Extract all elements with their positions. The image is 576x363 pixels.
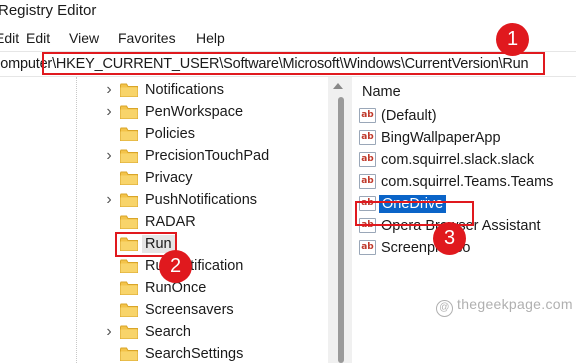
folder-icon	[120, 347, 138, 361]
column-header-name[interactable]: Name	[362, 84, 401, 100]
value-row[interactable]: ab OneDrive	[352, 193, 576, 215]
tree-item[interactable]: › PenWorkspace	[0, 101, 328, 123]
key-tree-pane: › Notifications › PenWorkspace Policies › Prec…	[0, 77, 328, 363]
menu-edit[interactable]: Edit	[26, 26, 50, 50]
string-value-icon: ab	[359, 130, 376, 145]
string-value-icon: ab	[359, 240, 376, 255]
string-value-icon: ab	[359, 218, 376, 233]
string-value-icon: ab	[359, 174, 376, 189]
folder-icon	[120, 259, 138, 273]
address-bar[interactable]: Computer\HKEY_CURRENT_USER\Software\Micr…	[0, 51, 576, 77]
value-row[interactable]: ab (Default)	[352, 105, 576, 127]
tree-item[interactable]: Policies	[0, 123, 328, 145]
value-name: BingWallpaperApp	[381, 130, 501, 146]
watermark: @ thegeekpage.com	[436, 296, 573, 317]
tree-item[interactable]: › PushNotifications	[0, 189, 328, 211]
window-title: Registry Editor	[0, 2, 97, 19]
tree-item-label: PushNotifications	[145, 192, 258, 208]
tree-item[interactable]: Screensavers	[0, 299, 328, 321]
tree-item-label: Screensavers	[145, 302, 234, 318]
folder-icon	[120, 149, 138, 163]
value-row[interactable]: ab BingWallpaperApp	[352, 127, 576, 149]
title-bar: Registry Editor	[0, 0, 576, 26]
tree-item[interactable]: SearchSettings	[0, 343, 328, 363]
chevron-right-icon[interactable]: ›	[103, 191, 115, 209]
menu-view[interactable]: View	[69, 26, 99, 50]
menu-bar: Edit Edit View Favorites Help	[0, 26, 576, 50]
tree-item-label: RADAR	[145, 214, 196, 230]
string-value-icon: ab	[359, 196, 376, 211]
menu-edit[interactable]: Edit	[0, 26, 19, 50]
chevron-right-icon[interactable]: ›	[103, 147, 115, 165]
scrollbar-thumb[interactable]	[338, 97, 344, 363]
step-badge-2: 2	[159, 250, 192, 283]
tree-item[interactable]: › PrecisionTouchPad	[0, 145, 328, 167]
folder-icon	[120, 325, 138, 339]
value-row[interactable]: ab com.squirrel.Teams.Teams	[352, 171, 576, 193]
folder-icon	[120, 105, 138, 119]
folder-icon	[120, 215, 138, 229]
tree-item[interactable]: › Notifications	[0, 79, 328, 101]
folder-icon	[120, 171, 138, 185]
chevron-right-icon[interactable]: ›	[103, 103, 115, 121]
value-name: (Default)	[381, 108, 437, 124]
scroll-up-icon[interactable]	[333, 83, 343, 89]
tree-item[interactable]: Privacy	[0, 167, 328, 189]
folder-icon	[120, 83, 138, 97]
tree-item[interactable]: RADAR	[0, 211, 328, 233]
chevron-right-icon[interactable]: ›	[103, 81, 115, 99]
string-value-icon: ab	[359, 152, 376, 167]
address-path[interactable]: Computer\HKEY_CURRENT_USER\Software\Micr…	[0, 52, 529, 76]
values-pane: Name ab (Default) ab BingWallpaperApp ab com.…	[352, 77, 576, 363]
watermark-text: thegeekpage.com	[457, 296, 573, 312]
folder-icon	[120, 193, 138, 207]
value-name: OneDrive	[379, 195, 447, 213]
tree-item[interactable]: › Search	[0, 321, 328, 343]
tree-item-label: PenWorkspace	[145, 104, 244, 120]
tree-item-label: SearchSettings	[145, 346, 244, 362]
value-row[interactable]: ab com.squirrel.slack.slack	[352, 149, 576, 171]
menu-help[interactable]: Help	[196, 26, 225, 50]
string-value-icon: ab	[359, 108, 376, 123]
step-badge-3: 3	[433, 222, 466, 255]
menu-favorites[interactable]: Favorites	[118, 26, 176, 50]
value-name: com.squirrel.Teams.Teams	[381, 174, 554, 190]
tree-item-label: Privacy	[145, 170, 193, 186]
chevron-right-icon[interactable]: ›	[103, 323, 115, 341]
folder-icon	[120, 127, 138, 141]
step-badge-1: 1	[496, 23, 529, 56]
tree-item-label: Policies	[145, 126, 195, 142]
folder-icon	[120, 303, 138, 317]
tree-item-label: Notifications	[145, 82, 224, 98]
tree-item[interactable]: Run	[0, 233, 328, 255]
value-name: com.squirrel.slack.slack	[381, 152, 535, 168]
tree-item-label: PrecisionTouchPad	[145, 148, 270, 164]
folder-icon	[120, 237, 138, 251]
tree-item[interactable]: RunOnce	[0, 277, 328, 299]
tree-item-label: Search	[145, 324, 191, 340]
folder-icon	[120, 281, 138, 295]
watermark-at-icon: @	[436, 300, 453, 317]
